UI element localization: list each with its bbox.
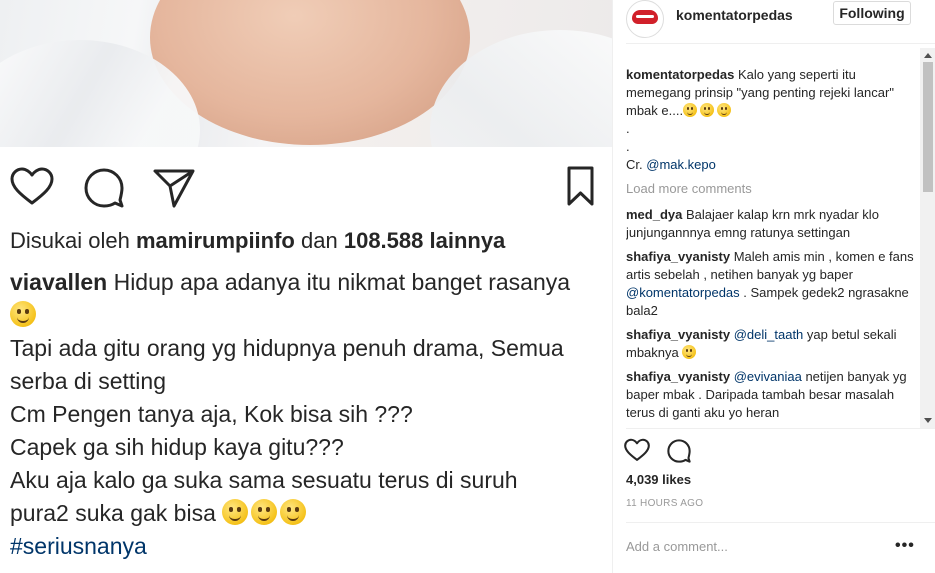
actions-divider [626, 428, 935, 429]
avatar[interactable] [626, 0, 664, 38]
comment-username[interactable]: komentatorpedas [626, 67, 734, 82]
sidebar-action-bar [624, 438, 724, 466]
liked-by-prefix: Disukai oleh [10, 228, 130, 253]
liked-by-user-link[interactable]: mamirumpiinfo [136, 228, 295, 253]
following-button[interactable]: Following [833, 1, 911, 25]
caption-line-4: Cm Pengen tanya aja, Kok bisa sih ??? [10, 401, 413, 427]
caption-hashtag[interactable]: #seriusnanya [10, 530, 606, 563]
liked-by-and: dan [301, 228, 338, 253]
post-media-panel: Disukai oleh mamirumpiinfo dan 108.588 l… [0, 0, 612, 573]
post-details-panel: komentatorpedas Following komentatorpeda… [612, 0, 935, 573]
add-comment-input[interactable] [626, 536, 876, 556]
smiling-halo-emoji-icon [10, 301, 36, 327]
comment-mention-link[interactable]: @komentatorpedas [626, 285, 740, 300]
credit-prefix: Cr. [626, 157, 643, 172]
comments-scrollbar[interactable] [920, 48, 935, 428]
post-timestamp: 11 HOURS AGO [626, 498, 704, 509]
credit-mention-link[interactable]: @mak.kepo [646, 157, 716, 172]
list-item: shafiya_vyanisty @evivaniaa netijen bany… [626, 368, 916, 422]
caption-line-3: serba di setting [10, 368, 166, 394]
comment-username[interactable]: med_dya [626, 207, 682, 222]
crying-laugh-emoji-icon [682, 345, 697, 359]
heart-icon[interactable] [10, 166, 54, 210]
comment-icon[interactable] [82, 166, 126, 210]
list-item: shafiya_vyanisty Maleh amis min , komen … [626, 248, 916, 320]
post-action-bar [10, 166, 602, 210]
load-more-comments-link[interactable]: Load more comments [626, 180, 916, 198]
header-username[interactable]: komentatorpedas [676, 7, 793, 23]
post-header: komentatorpedas Following [613, 0, 935, 40]
caption-username[interactable]: viavallen [10, 269, 107, 295]
liked-by-line: Disukai oleh mamirumpiinfo dan 108.588 l… [10, 228, 505, 254]
crying-laugh-emoji-icon [251, 499, 278, 525]
scroll-down-arrow-icon[interactable] [924, 418, 932, 423]
comment-input-divider [626, 522, 935, 523]
caption-line-2: Tapi ada gitu orang yg hidupnya penuh dr… [10, 335, 564, 361]
comment-username[interactable]: shafiya_vyanisty [626, 369, 730, 384]
comment-username[interactable]: shafiya_vyanisty [626, 249, 730, 264]
post-caption: viavallen Hidup apa adanya itu nikmat ba… [10, 266, 606, 563]
scroll-up-arrow-icon[interactable] [924, 53, 932, 58]
crying-laugh-emoji-icon [717, 103, 732, 117]
comment-mention-link[interactable]: @deli_taath [734, 327, 804, 342]
comments-list: komentatorpedas Kalo yang seperti itu me… [626, 66, 916, 426]
owner-comment: komentatorpedas Kalo yang seperti itu me… [626, 66, 916, 174]
post-photo [0, 0, 612, 147]
scrollbar-thumb[interactable] [923, 62, 933, 192]
share-icon[interactable] [152, 166, 196, 210]
caption-line-5: Capek ga sih hidup kaya gitu??? [10, 434, 344, 460]
sweat-smile-emoji-icon [280, 499, 307, 525]
more-options-icon[interactable]: ••• [895, 537, 915, 555]
crying-laugh-emoji-icon [700, 103, 715, 117]
list-item: med_dya Balajaer kalap krn mrk nyadar kl… [626, 206, 916, 242]
caption-line-7: pura2 suka gak bisa [10, 500, 216, 526]
caption-line-1: Hidup apa adanya itu nikmat banget rasan… [113, 269, 571, 295]
likes-count[interactable]: 4,039 likes [626, 472, 691, 487]
comment-dot: . [626, 139, 630, 154]
heart-icon[interactable] [624, 438, 650, 469]
comment-dot: . [626, 121, 630, 136]
list-item: shafiya_vyanisty @deli_taath yap betul s… [626, 326, 916, 362]
liked-by-others-link[interactable]: 108.588 lainnya [344, 228, 505, 253]
comment-username[interactable]: shafiya_vyanisty [626, 327, 730, 342]
comment-mention-link[interactable]: @evivaniaa [734, 369, 802, 384]
header-divider [626, 43, 935, 44]
bookmark-icon[interactable] [562, 166, 606, 210]
sweat-smile-emoji-icon [222, 499, 249, 525]
caption-line-6: Aku aja kalo ga suka sama sesuatu terus … [10, 467, 518, 493]
crying-laugh-emoji-icon [683, 103, 698, 117]
comment-icon[interactable] [666, 438, 692, 469]
